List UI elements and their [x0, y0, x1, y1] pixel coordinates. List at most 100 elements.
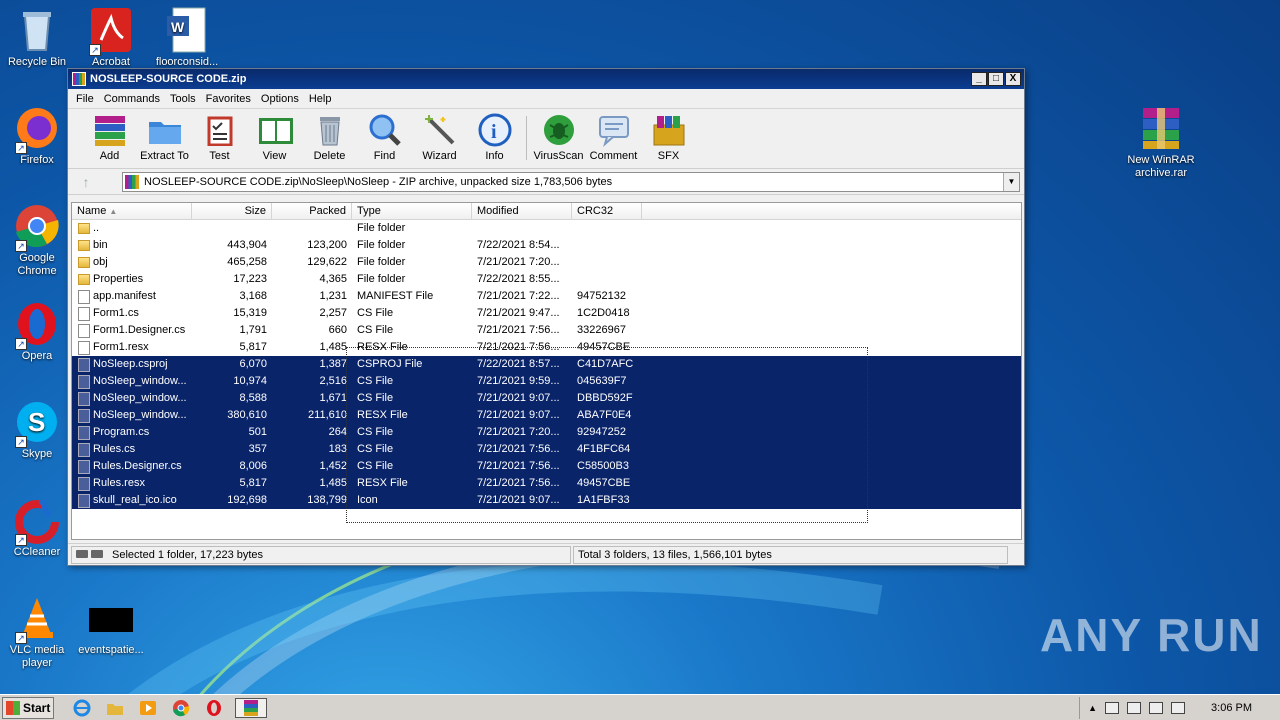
file-row[interactable]: Rules.Designer.cs 8,006 1,452 CS File 7/21/2…: [72, 458, 1021, 475]
winrar-app-icon: [72, 72, 86, 86]
column-size[interactable]: Size: [192, 203, 272, 219]
add-button[interactable]: Add: [82, 113, 137, 168]
file-row[interactable]: Form1.resx 5,817 1,485 RESX File 7/21/2021 7…: [72, 339, 1021, 356]
menu-commands[interactable]: Commands: [100, 93, 166, 105]
cell-packed: 211,610: [308, 409, 347, 421]
file-row[interactable]: NoSleep_window... 380,610 211,610 RESX File…: [72, 407, 1021, 424]
column-crc32[interactable]: CRC32: [572, 203, 642, 219]
menu-file[interactable]: File: [72, 93, 100, 105]
taskbar-explorer[interactable]: [103, 698, 127, 718]
file-row[interactable]: NoSleep_window... 8,588 1,671 CS File 7/21/2…: [72, 390, 1021, 407]
virusscan-label: VirusScan: [533, 150, 584, 162]
cell-name: Form1.resx: [72, 339, 192, 356]
cell-packed: 1,452: [319, 460, 347, 472]
view-button[interactable]: View: [247, 113, 302, 168]
cell-crc: [572, 271, 642, 288]
menu-help[interactable]: Help: [305, 93, 338, 105]
file-row[interactable]: skull_real_ico.ico 192,698 138,799 Icon 7/21…: [72, 492, 1021, 509]
file-row[interactable]: app.manifest 3,168 1,231 MANIFEST File 7/21/…: [72, 288, 1021, 305]
desktop-icon-word-doc[interactable]: W floorconsid...: [150, 6, 224, 69]
show-hidden-icons-button[interactable]: ▲: [1088, 703, 1097, 713]
file-row[interactable]: Form1.cs 15,319 2,257 CS File 7/21/2021 9:47…: [72, 305, 1021, 322]
delete-button[interactable]: Delete: [302, 113, 357, 168]
comment-button[interactable]: Comment: [586, 113, 641, 168]
taskbar-chrome[interactable]: [169, 698, 193, 718]
address-field[interactable]: NOSLEEP-SOURCE CODE.zip\NoSleep\NoSleep …: [122, 171, 1020, 192]
taskbar-opera[interactable]: [202, 698, 226, 718]
address-dropdown-button[interactable]: ▼: [1003, 172, 1019, 191]
close-button[interactable]: X: [1005, 72, 1021, 86]
taskbar-winrar[interactable]: [235, 697, 267, 718]
virusscan-button[interactable]: VirusScan: [531, 113, 586, 168]
find-magnifier-icon: [367, 113, 403, 147]
window-title: NOSLEEP-SOURCE CODE.zip: [90, 73, 247, 85]
cell-packed: 138,799: [307, 494, 347, 506]
file-row[interactable]: NoSleep_window... 10,974 2,516 CS File 7/21/…: [72, 373, 1021, 390]
desktop-icon-label: floorconsid...: [155, 56, 219, 68]
test-label: Test: [209, 150, 230, 162]
find-button[interactable]: Find: [357, 113, 412, 168]
sfx-box-icon: [651, 113, 687, 147]
shortcut-arrow-icon: ↗: [15, 240, 27, 252]
test-button[interactable]: Test: [192, 113, 247, 168]
action-center-flag-icon[interactable]: [1171, 701, 1186, 714]
file-name: NoSleep_window...: [93, 409, 187, 421]
file-rows: .. File folder bin 443,904 123,200 File folde…: [72, 220, 1021, 509]
shortcut-arrow-icon: ↗: [15, 534, 27, 546]
desktop-icon-winrar-archive[interactable]: New WinRAR archive.rar: [1124, 104, 1198, 180]
folder-icon: [78, 274, 90, 285]
cell-crc: [572, 220, 642, 237]
volume-icon[interactable]: [1127, 701, 1142, 714]
desktop-icon-firefox[interactable]: ↗ Firefox: [0, 104, 74, 167]
file-row[interactable]: .. File folder: [72, 220, 1021, 237]
info-icon: i: [477, 113, 513, 147]
menu-tools[interactable]: Tools: [166, 93, 202, 105]
file-row[interactable]: Form1.Designer.cs 1,791 660 CS File 7/21/202…: [72, 322, 1021, 339]
file-row[interactable]: Properties 17,223 4,365 File folder 7/22/202…: [72, 271, 1021, 288]
start-button[interactable]: Start: [2, 696, 54, 719]
title-bar[interactable]: NOSLEEP-SOURCE CODE.zip _ □ X: [68, 69, 1024, 89]
desktop-icon-ccleaner[interactable]: ↗ CCleaner: [0, 496, 74, 559]
desktop-icon-chrome[interactable]: ↗ Google Chrome: [0, 202, 74, 278]
maximize-button[interactable]: □: [988, 72, 1004, 86]
desktop-icon-opera[interactable]: ↗ Opera: [0, 300, 74, 363]
column-type[interactable]: Type: [352, 203, 472, 219]
up-one-level-button[interactable]: ↑: [72, 172, 100, 192]
cell-size: 5,817: [239, 341, 267, 353]
column-name[interactable]: Name ▲: [72, 203, 192, 219]
cell-name: NoSleep_window...: [72, 407, 192, 424]
desktop-icon-acrobat[interactable]: ↗ Acrobat: [74, 6, 148, 69]
media-player-icon: [140, 700, 156, 715]
file-row[interactable]: Rules.resx 5,817 1,485 RESX File 7/21/2021 7…: [72, 475, 1021, 492]
cell-modified: 7/21/2021 9:47...: [477, 307, 560, 319]
desktop-icon-recycle-bin[interactable]: Recycle Bin: [0, 6, 74, 69]
minimize-button[interactable]: _: [971, 72, 987, 86]
file-row[interactable]: bin 443,904 123,200 File folder 7/22/2021 8:…: [72, 237, 1021, 254]
desktop-icon-eventspatie[interactable]: eventspatie...: [74, 594, 148, 657]
column-modified[interactable]: Modified: [472, 203, 572, 219]
desktop-icon-skype[interactable]: S ↗ Skype: [0, 398, 74, 461]
file-row[interactable]: Program.cs 501 264 CS File 7/21/2021 7:20...…: [72, 424, 1021, 441]
file-row[interactable]: Rules.cs 357 183 CS File 7/21/2021 7:56... 4F…: [72, 441, 1021, 458]
drive-icon[interactable]: [76, 549, 104, 560]
wizard-button[interactable]: Wizard: [412, 113, 467, 168]
sfx-button[interactable]: SFX: [641, 113, 696, 168]
extract-to-button[interactable]: Extract To: [137, 113, 192, 168]
network-icon[interactable]: [1105, 701, 1120, 714]
file-row[interactable]: NoSleep.csproj 6,070 1,387 CSPROJ File 7/22/…: [72, 356, 1021, 373]
file-row[interactable]: obj 465,258 129,622 File folder 7/21/2021 7:…: [72, 254, 1021, 271]
clock[interactable]: 3:06 PM: [1211, 702, 1252, 714]
taskbar-ie[interactable]: [70, 698, 94, 718]
column-packed[interactable]: Packed: [272, 203, 352, 219]
chrome-icon: ↗: [13, 202, 61, 252]
taskbar-media-player[interactable]: [136, 698, 160, 718]
security-icon[interactable]: [1149, 701, 1164, 714]
cell-name: skull_real_ico.ico: [72, 492, 192, 509]
file-list[interactable]: Name ▲ Size Packed Type Modified CRC32 .…: [71, 202, 1022, 540]
menu-favorites[interactable]: Favorites: [202, 93, 257, 105]
cell-size: 3,168: [239, 290, 267, 302]
info-button[interactable]: i Info: [467, 113, 522, 168]
desktop-icon-vlc[interactable]: ↗ VLC media player: [0, 594, 74, 670]
menu-options[interactable]: Options: [257, 93, 305, 105]
system-tray: ▲ 3:06 PM: [1079, 696, 1280, 719]
